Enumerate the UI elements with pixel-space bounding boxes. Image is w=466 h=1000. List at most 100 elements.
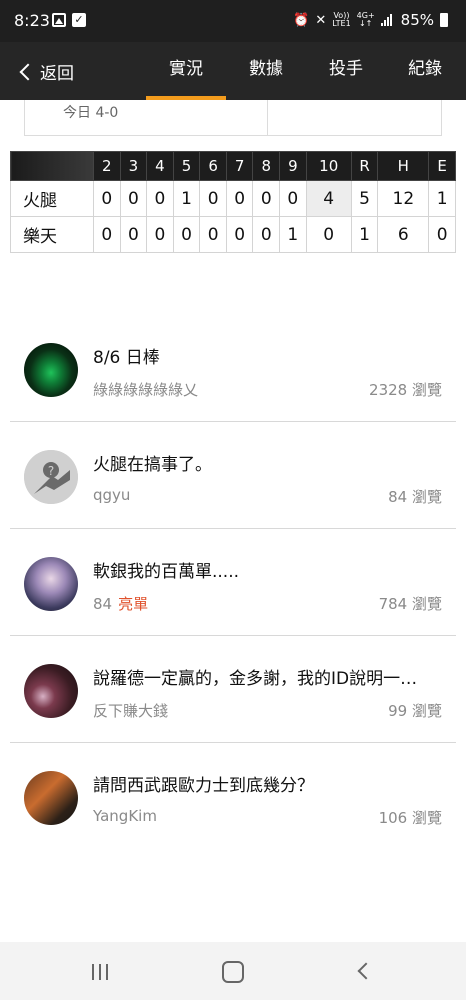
- back-label: 返回: [40, 63, 74, 84]
- score-cell: 1: [172, 180, 201, 217]
- score-cell: 0: [172, 216, 201, 253]
- post-title: 8/6 日棒: [93, 348, 160, 368]
- post-author: qgyu: [93, 486, 131, 504]
- tab-pitcher[interactable]: 投手: [311, 42, 381, 100]
- home-button[interactable]: [212, 956, 252, 986]
- post-item[interactable]: ? 火腿在搞事了。 qgyu 84 瀏覽: [10, 423, 456, 529]
- score-cell: 0: [225, 180, 254, 217]
- post-author: 反下賺大錢: [93, 702, 169, 720]
- post-title: 請問西武跟歐力士到底幾分？: [93, 776, 314, 796]
- avatar: [24, 557, 78, 611]
- inning-header: 5: [172, 151, 201, 181]
- post-item[interactable]: 說羅德一定贏的，金多謝，我的ID說明一… 反下賺大錢 99 瀏覽: [10, 637, 456, 743]
- svg-text:?: ?: [48, 464, 54, 478]
- post-author: YangKim: [93, 807, 157, 825]
- image-icon: [52, 13, 66, 27]
- scoreboard-row-home: 樂天 0 0 0 0 0 0 0 1 0 1 6 0: [10, 216, 456, 253]
- avatar: [24, 343, 78, 397]
- score-cell: 0: [225, 216, 254, 253]
- score-cell: 0: [119, 216, 148, 253]
- score-cell: 0: [119, 180, 148, 217]
- score-cell: 0: [93, 216, 121, 253]
- signal-icon: [380, 14, 395, 26]
- inning-header: 4: [146, 151, 174, 181]
- avatar: [24, 664, 78, 718]
- post-title: 說羅德一定贏的，金多謝，我的ID說明一…: [93, 669, 418, 689]
- previous-game-score: 今日 4-0: [63, 105, 119, 121]
- scoreboard-table: 2 3 4 5 6 7 8 9 10 R H E 火腿 0 0 0 1 0 0 …: [10, 151, 456, 253]
- post-author: 84: [93, 595, 113, 613]
- scoreboard-row-away: 火腿 0 0 0 1 0 0 0 0 4 5 12 1: [10, 180, 456, 217]
- tab-stats[interactable]: 數據: [230, 42, 302, 100]
- team-column-header: [10, 151, 94, 181]
- tab-record[interactable]: 紀錄: [394, 42, 456, 100]
- score-cell: 0: [146, 216, 174, 253]
- network-icon: 4G+ ↓↑: [356, 11, 375, 28]
- battery-percent: 85%: [400, 11, 434, 29]
- score-cell: 0: [146, 180, 174, 217]
- post-item[interactable]: 請問西武跟歐力士到底幾分？ YangKim 106 瀏覽: [10, 744, 456, 850]
- score-cell: 0: [252, 216, 281, 253]
- inning-header: 10: [305, 151, 352, 181]
- inning-header: 7: [225, 151, 254, 181]
- post-author: 綠綠綠綠綠綠乂: [93, 381, 199, 399]
- system-back-button[interactable]: [344, 956, 384, 986]
- inning-header: 6: [199, 151, 227, 181]
- post-item[interactable]: 8/6 日棒 綠綠綠綠綠綠乂 2328 瀏覽: [10, 316, 456, 422]
- volte-icon: Vo)) LTE1: [332, 12, 350, 28]
- errors-cell: 1: [428, 180, 456, 217]
- recent-apps-button[interactable]: [80, 956, 120, 986]
- post-views: 84 瀏覽: [388, 488, 442, 506]
- nav-header: 返回 實況 數據 投手 紀錄: [0, 42, 466, 100]
- previous-game-card[interactable]: 今日 4-0: [24, 100, 442, 136]
- hits-cell: 6: [377, 216, 430, 253]
- hits-header: H: [377, 151, 430, 181]
- tab-live[interactable]: 實況: [146, 42, 226, 100]
- team-name: 火腿: [10, 180, 94, 217]
- network-label: 4G+: [356, 11, 375, 20]
- avatar: ?: [24, 450, 78, 504]
- card-divider: [267, 100, 268, 136]
- recent-apps-icon: [106, 964, 108, 980]
- post-views: 784 瀏覽: [378, 595, 442, 613]
- runs-cell: 5: [350, 180, 379, 217]
- alarm-icon: ⏰: [293, 12, 310, 28]
- scoreboard-header-row: 2 3 4 5 6 7 8 9 10 R H E: [10, 151, 456, 181]
- default-avatar-icon: ?: [24, 450, 78, 504]
- score-cell: 0: [279, 180, 307, 217]
- score-cell: 1: [279, 216, 307, 253]
- score-cell: 0: [93, 180, 121, 217]
- post-title: 火腿在搞事了。: [93, 455, 212, 475]
- inning-header: 3: [119, 151, 148, 181]
- avatar: [24, 771, 78, 825]
- chevron-left-icon: [19, 63, 37, 80]
- post-views: 106 瀏覽: [378, 809, 442, 827]
- mute-icon: ✕: [315, 12, 327, 28]
- check-icon: ✓: [72, 13, 86, 27]
- score-cell: 0: [199, 216, 227, 253]
- runs-cell: 1: [350, 216, 379, 253]
- current-inning-cell: 4: [305, 180, 352, 217]
- inning-header: 2: [93, 151, 121, 181]
- post-views: 99 瀏覽: [388, 702, 442, 720]
- system-navigation-bar: [0, 942, 466, 1000]
- score-cell: 0: [305, 216, 352, 253]
- post-author-row: 84 亮單: [93, 593, 148, 614]
- errors-header: E: [428, 151, 456, 181]
- errors-cell: 0: [428, 216, 456, 253]
- post-title: 軟銀我的百萬單.....: [93, 562, 240, 582]
- post-views: 2328 瀏覽: [369, 381, 442, 399]
- hits-cell: 12: [377, 180, 430, 217]
- recent-apps-icon: [92, 964, 94, 980]
- team-name: 樂天: [10, 216, 94, 253]
- show-bet-badge: 亮單: [118, 595, 149, 613]
- status-icons: ⏰ ✕ Vo)) LTE1 4G+ ↓↑ 85%: [293, 11, 448, 29]
- post-item[interactable]: 軟銀我的百萬單..... 84 亮單 784 瀏覽: [10, 530, 456, 636]
- status-bar: 8:23 ✓ ⏰ ✕ Vo)) LTE1 4G+ ↓↑ 85%: [0, 0, 466, 42]
- lte-label: LTE1: [332, 19, 351, 28]
- score-cell: 0: [252, 180, 281, 217]
- inning-header: 8: [252, 151, 281, 181]
- status-time: 8:23: [14, 11, 50, 30]
- back-button[interactable]: 返回: [19, 56, 74, 86]
- battery-icon: [440, 13, 448, 27]
